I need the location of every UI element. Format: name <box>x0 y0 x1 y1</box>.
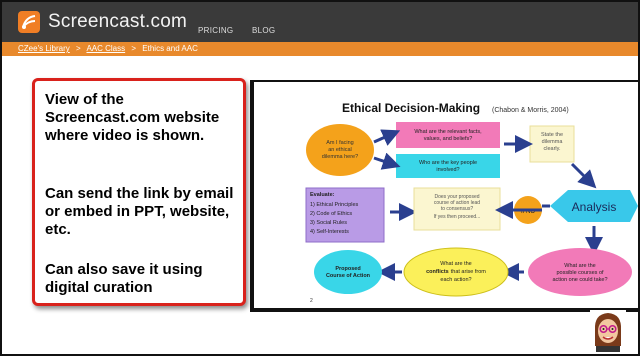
evaluate-item: 2) Code of Ethics <box>310 211 352 217</box>
slide-page-number: 2 <box>310 298 313 304</box>
brand-name[interactable]: Screencast.com <box>48 11 187 33</box>
node-proposed-course <box>314 250 382 294</box>
evaluate-title: Evaluate: <box>310 192 335 198</box>
callout-text-1: View of the Screencast.com website where… <box>45 91 220 144</box>
nav-link-blog[interactable]: BLOG <box>252 26 275 35</box>
breadcrumb-library[interactable]: CZee's Library <box>18 44 70 53</box>
analysis-label: Analysis <box>572 200 617 214</box>
breadcrumb: CZee's Library > AAC Class > Ethics and … <box>2 42 638 56</box>
svg-text:State thedilemmaclearly.: State the dilemma clearly. <box>541 132 563 152</box>
slide-citation: (Chabon & Morris, 2004) <box>492 107 569 114</box>
breadcrumb-separator: > <box>76 44 81 53</box>
screencast-logo-icon[interactable] <box>18 11 40 33</box>
evaluate-item: 1) Ethical Principles <box>310 202 359 208</box>
slide-title: Ethical Decision-Making <box>342 101 480 115</box>
callout-text-2: Can send the link by email or embed in P… <box>45 185 234 238</box>
callout-text-3: Can also save it using digital curation <box>45 261 203 296</box>
evaluate-item: 3) Social Rules <box>310 220 347 226</box>
breadcrumb-class[interactable]: AAC Class <box>86 44 125 53</box>
svg-text:What are the relevant facts,va: What are the relevant facts, values, and … <box>414 129 482 142</box>
annotation-callout: View of the Screencast.com website where… <box>32 78 246 306</box>
breadcrumb-separator: > <box>131 44 137 53</box>
node-people <box>396 154 500 178</box>
bitmoji-avatar-icon <box>590 310 626 352</box>
nav-link-pricing[interactable]: PRICING <box>198 26 233 35</box>
slide-content: Ethical Decision-Making (Chabon & Morris… <box>254 82 638 308</box>
evaluate-item: 4) Self-Interests <box>310 229 349 235</box>
node-facts <box>396 122 500 148</box>
breadcrumb-current: Ethics and AAC <box>142 44 198 53</box>
top-navigation-bar: Screencast.com PRICING BLOG <box>2 2 638 42</box>
